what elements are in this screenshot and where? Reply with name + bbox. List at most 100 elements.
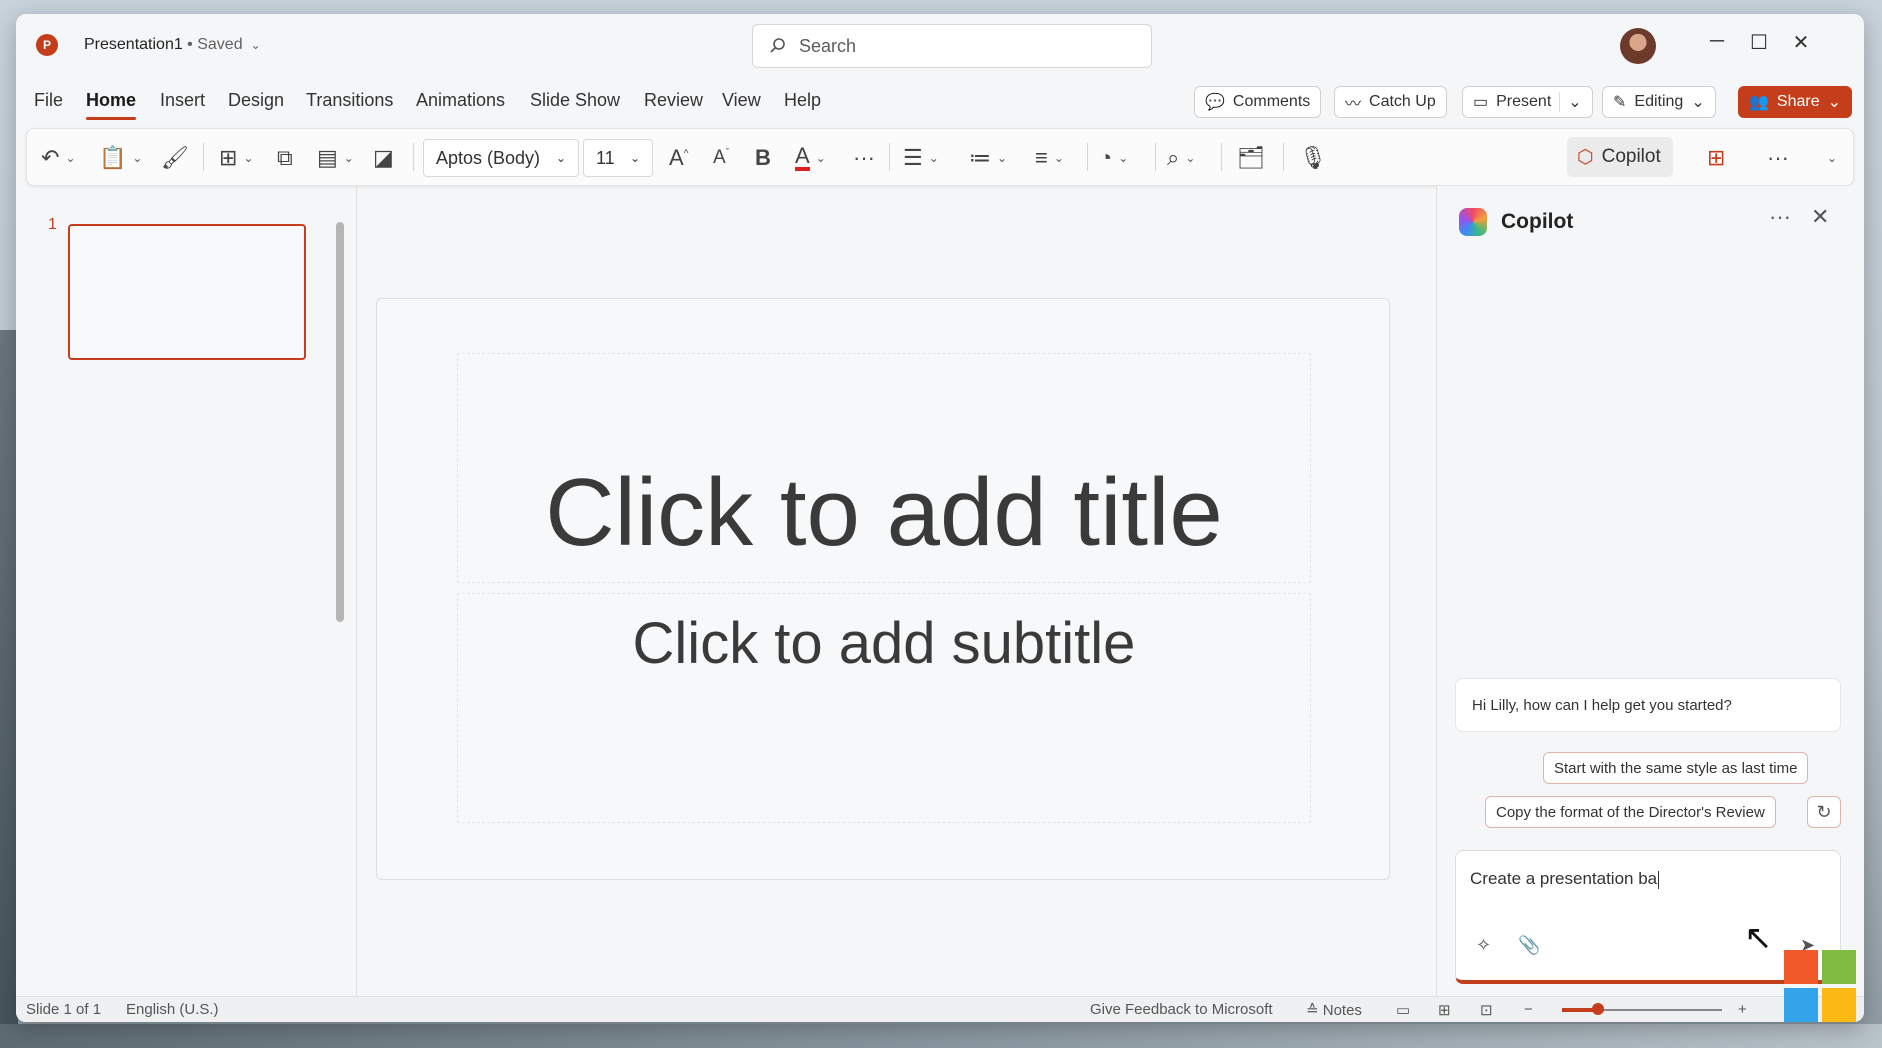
toolbar-divider [413,143,414,171]
copilot-greeting: Hi Lilly, how can I help get you started… [1455,678,1841,732]
subtitle-placeholder[interactable]: Click to add subtitle [457,593,1311,823]
layout-icon: ▤ [317,145,338,170]
more-icon[interactable]: ··· [1769,204,1791,230]
format-painter-button[interactable]: 🖌 [161,143,189,173]
tab-slide-show[interactable]: Slide Show [530,90,620,111]
font-name-value: Aptos (Body) [436,147,541,168]
decrease-font-button[interactable]: Aˇ [713,143,729,173]
tab-view[interactable]: View [722,90,761,111]
designer-icon: 🗂 [1237,145,1265,170]
find-button[interactable]: ⌕ ⌄ [1167,143,1195,173]
maximize-icon[interactable]: ☐ [1744,30,1774,55]
close-icon[interactable]: ✕ [1811,204,1829,230]
language-indicator[interactable]: English (U.S.) [126,1001,219,1018]
tab-review[interactable]: Review [644,90,703,111]
tab-transitions[interactable]: Transitions [306,90,393,111]
shapes-button[interactable]: ◔ ⌄ [1099,143,1128,173]
catch-up-button[interactable]: 〰 Catch Up [1334,86,1447,118]
grid-icon: ⊞ [1707,145,1726,170]
suggestion-same-style[interactable]: Start with the same style as last time [1543,752,1809,784]
slide-number: 1 [48,216,57,233]
desktop-taskbar-area [0,1024,1882,1048]
bold-button[interactable]: B [755,143,771,173]
search-box[interactable]: Search [752,24,1152,68]
add-ins-button[interactable]: ⊞ [1707,143,1725,173]
copilot-ribbon-label: Copilot [1601,146,1661,167]
editing-mode-button[interactable]: ✎ Editing ⌄ [1602,86,1716,118]
undo-button[interactable]: ↶ ⌄ [41,143,76,173]
font-name-select[interactable]: Aptos (Body) ⌄ [423,139,579,177]
title-bar: P Presentation1 • Saved ⌄ Search ─ ☐ ✕ [16,14,1864,76]
collapse-ribbon-button[interactable]: ⌄ [1821,143,1837,173]
layout-button[interactable]: ▤ ⌄ [317,143,354,173]
notes-button[interactable]: ≙ Notes [1306,1001,1362,1019]
prompt-text: Create a presentation ba [1470,869,1658,888]
attach-icon[interactable]: 📎 [1518,935,1540,956]
document-title[interactable]: Presentation1 • Saved ⌄ [84,36,261,54]
present-button[interactable]: ▭ Present ⌄ [1462,86,1593,118]
more-font-options-button[interactable]: ··· [853,143,875,173]
feedback-link[interactable]: Give Feedback to Microsoft [1090,1001,1273,1018]
tab-help[interactable]: Help [784,90,821,111]
share-button[interactable]: 👥 Share ⌄ [1738,86,1853,118]
slide-thumbnail-pane: 1 [16,186,356,996]
sparkle-icon[interactable]: ✧ [1476,935,1491,956]
copilot-ribbon-button[interactable]: ⬡ Copilot [1567,137,1673,177]
font-size-select[interactable]: 11 ⌄ [583,139,653,177]
suggestion-copy-format[interactable]: Copy the format of the Director's Review [1485,796,1776,828]
increase-font-button[interactable]: A^ [669,143,688,173]
find-icon: ⌕ [1167,145,1180,170]
comments-label: Comments [1232,93,1311,110]
pulse-icon: 〰 [1345,96,1362,113]
title-placeholder[interactable]: Click to add title [457,353,1311,583]
font-color-button[interactable]: A ⌄ [795,143,826,173]
chevron-down-icon: ⌄ [65,151,76,165]
toolbar-divider [203,143,204,171]
tab-insert[interactable]: Insert [160,90,205,111]
tab-home[interactable]: Home [86,90,137,120]
chevron-down-icon: ⌄ [928,151,939,165]
present-label: Present [1496,93,1552,110]
new-slide-button[interactable]: ⊞ ⌄ [219,143,254,173]
background-icon: ◪ [373,145,394,170]
copilot-pane: Copilot ··· ✕ Hi Lilly, how can I help g… [1436,186,1864,996]
slide-canvas: Click to add title Click to add subtitle [376,298,1390,880]
zoom-slider-handle[interactable] [1592,1003,1604,1015]
designer-button[interactable]: 🗂 [1237,143,1265,173]
bullets-button[interactable]: ☰ ⌄ [903,143,939,173]
thumbnail-scrollbar[interactable] [336,222,344,622]
zoom-in-icon[interactable]: + [1738,1001,1747,1018]
align-button[interactable]: ≡ ⌄ [1035,143,1064,173]
search-placeholder: Search [799,35,857,56]
tab-design[interactable]: Design [228,90,284,111]
background-button[interactable]: ◪ [373,143,394,173]
tab-animations[interactable]: Animations [416,90,505,111]
people-icon: 👥 [1749,94,1769,111]
slide-sorter-icon[interactable]: ⊞ [1438,1001,1451,1019]
comment-icon: 💬 [1205,94,1225,111]
minimize-icon[interactable]: ─ [1702,30,1732,53]
user-avatar[interactable] [1620,28,1656,64]
search-icon [770,38,785,53]
numbering-button[interactable]: ≔ ⌄ [969,143,1007,173]
chevron-down-icon: ⌄ [815,151,826,165]
refresh-suggestions-icon[interactable]: ↻ [1807,796,1841,828]
more-options-button[interactable]: ··· [1767,143,1789,173]
paste-button[interactable]: 📋 ⌄ [99,143,142,173]
decrease-font-icon: Aˇ [713,147,730,168]
tab-file[interactable]: File [34,90,63,111]
normal-view-icon[interactable]: ▭ [1396,1001,1410,1019]
increase-font-icon: A^ [669,145,689,170]
title-separator: • [182,36,198,53]
reuse-slides-button[interactable]: ⧉ [277,143,293,173]
copilot-icon: ⬡ [1577,146,1594,168]
zoom-out-icon[interactable]: − [1524,1001,1533,1018]
dictate-button[interactable]: 🎙 [1299,143,1327,173]
share-label: Share [1776,93,1820,110]
chevron-down-icon: ⌄ [1691,94,1705,111]
close-window-icon[interactable]: ✕ [1786,30,1816,55]
slide-thumbnail[interactable] [68,224,306,360]
comments-button[interactable]: 💬 Comments [1194,86,1322,118]
windows-logo-blue-square [1784,988,1818,1022]
reading-view-icon[interactable]: ⊡ [1480,1001,1493,1019]
